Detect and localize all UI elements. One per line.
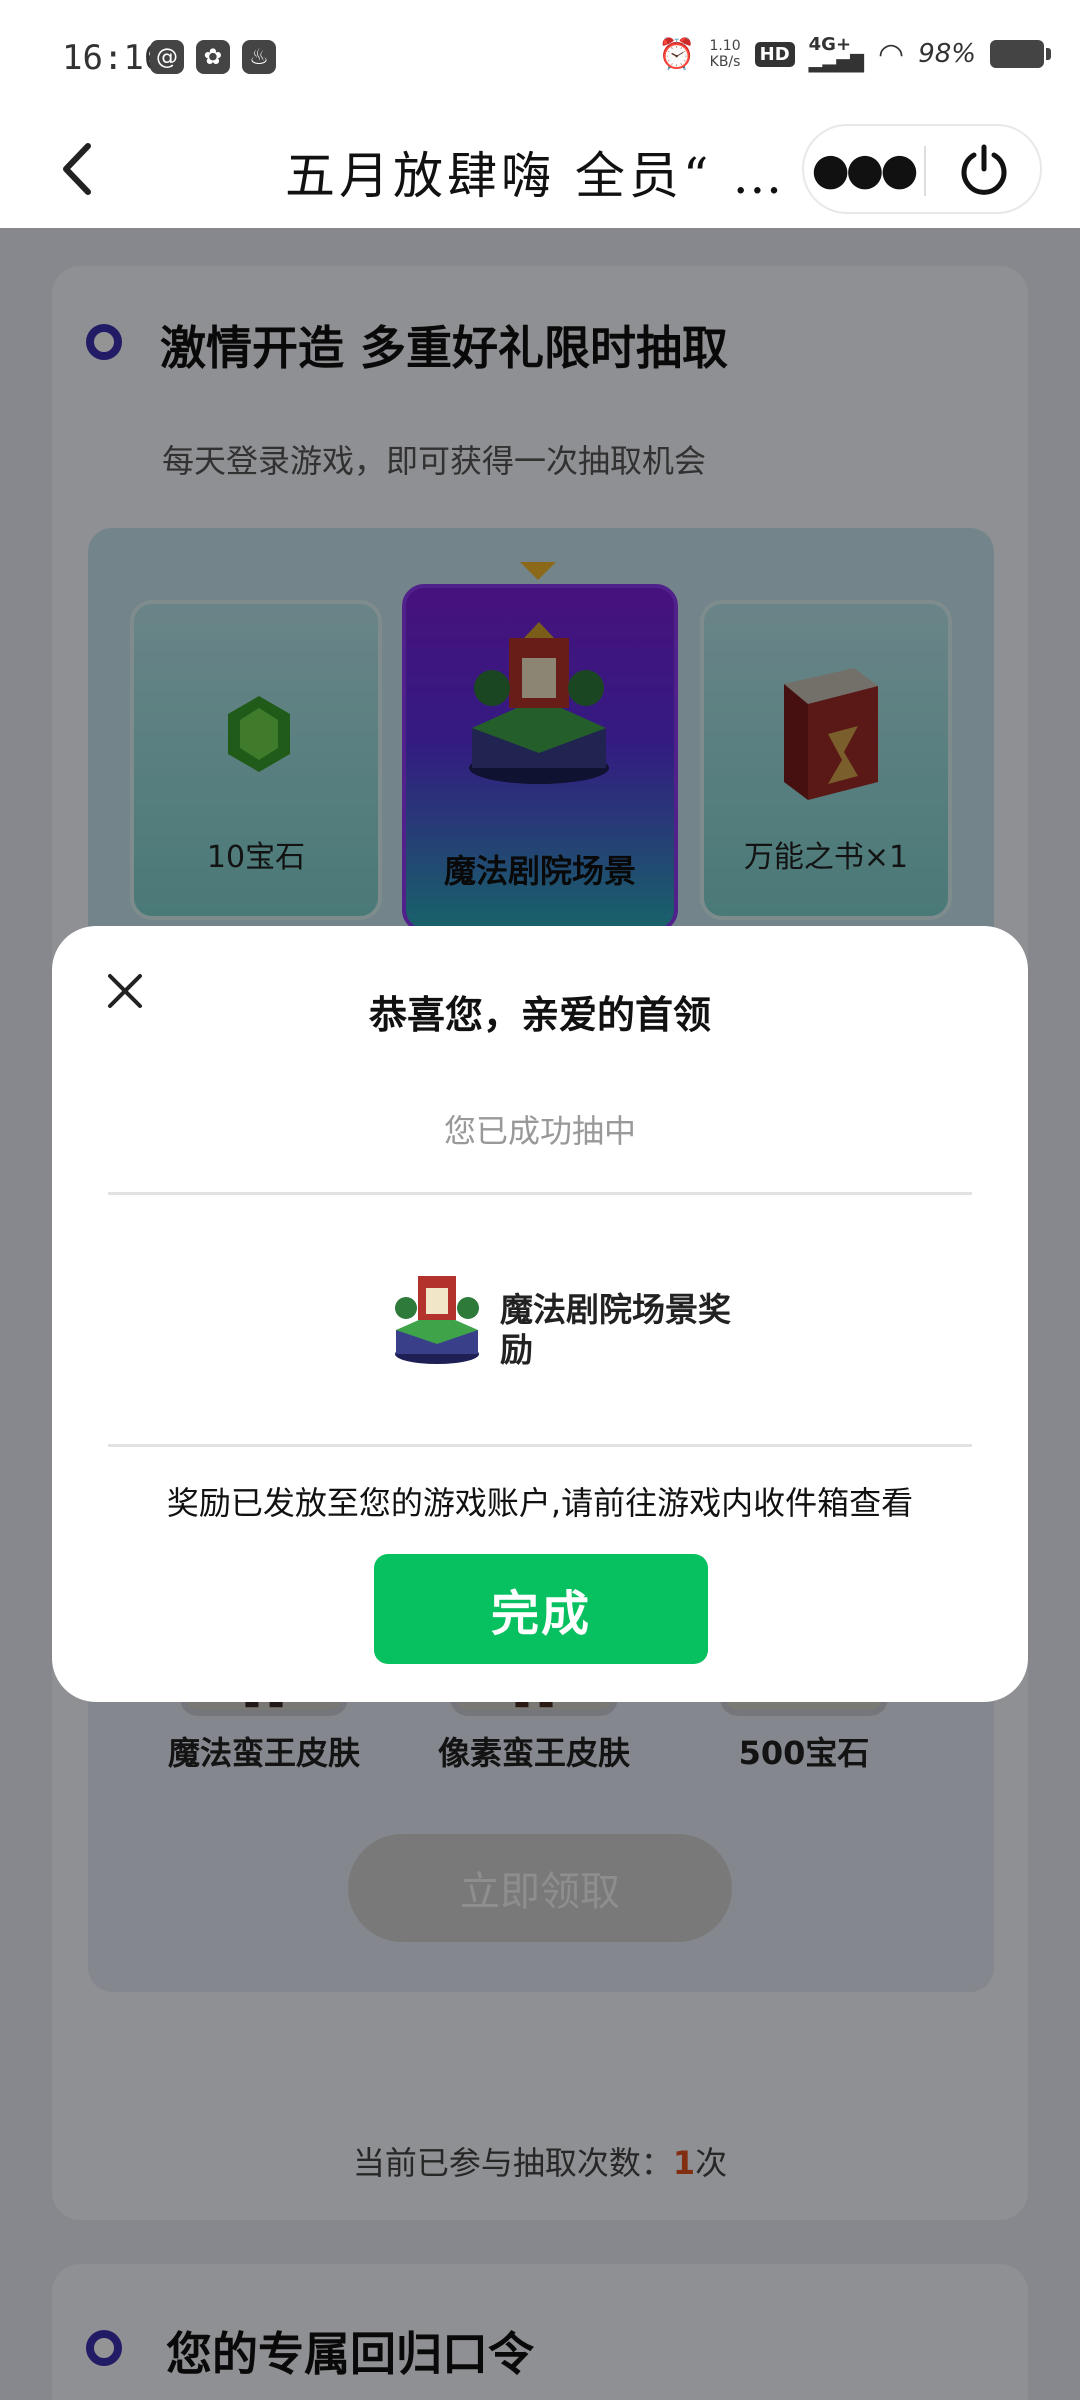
back-button[interactable] bbox=[52, 136, 112, 202]
signal-icon: 4G+ ▂▃▅▇ bbox=[808, 34, 865, 73]
network-speed: 1.10 KB/s bbox=[709, 38, 740, 70]
more-button[interactable]: ●●● bbox=[804, 126, 922, 212]
win-dialog: 恭喜您，亲爱的首领 您已成功抽中 魔法剧院场景奖励 奖励已发放至您的游戏账户,请… bbox=[52, 926, 1028, 1702]
net-speed-value: 1.10 bbox=[709, 38, 741, 54]
page-title: 五月放肆嗨 全员“ … bbox=[285, 147, 785, 205]
dialog-prize-name: 魔法剧院场景奖励 bbox=[500, 1290, 731, 1369]
fire-icon: ♨ bbox=[242, 40, 276, 74]
divider bbox=[108, 1192, 972, 1195]
power-icon bbox=[961, 144, 1007, 195]
chevron-left-icon bbox=[63, 143, 91, 195]
status-bar: 16:16 @ ✿ ♨ ⏰ 1.10 KB/s HD 4G+ ▂▃▅▇ ◠ 98% bbox=[0, 0, 1080, 110]
dialog-note: 奖励已发放至您的游戏账户,请前往游戏内收件箱查看 bbox=[166, 1484, 914, 1522]
mini-program-capsule: ●●● bbox=[802, 124, 1042, 214]
battery-percent: 98% bbox=[918, 39, 976, 69]
navigation-bar: 五月放肆嗨 全员“ … ●●● bbox=[0, 110, 1080, 228]
more-dots-icon: ●●● bbox=[811, 143, 918, 195]
magic-theater-scene-icon bbox=[395, 1276, 479, 1364]
done-button[interactable]: 完成 bbox=[374, 1554, 708, 1664]
net-speed-unit: KB/s bbox=[709, 54, 741, 70]
app-icon: ✿ bbox=[196, 40, 230, 74]
close-mini-program-button[interactable] bbox=[926, 126, 1042, 212]
hd-badge: HD bbox=[754, 41, 795, 67]
battery-icon bbox=[990, 40, 1051, 68]
dialog-subtitle: 您已成功抽中 bbox=[443, 1112, 636, 1150]
alarm-icon: ⏰ bbox=[658, 36, 696, 72]
dialog-title: 恭喜您，亲爱的首领 bbox=[368, 993, 711, 1037]
wifi-icon: ◠ bbox=[878, 36, 905, 72]
clock: 16:16 bbox=[62, 38, 165, 78]
notification-icons: @ ✿ ♨ bbox=[150, 40, 276, 74]
system-indicators: ⏰ 1.10 KB/s HD 4G+ ▂▃▅▇ ◠ 98% bbox=[658, 34, 1051, 73]
network-type: 4G+ bbox=[808, 34, 852, 55]
divider bbox=[108, 1444, 972, 1447]
mail-icon: @ bbox=[150, 40, 184, 74]
